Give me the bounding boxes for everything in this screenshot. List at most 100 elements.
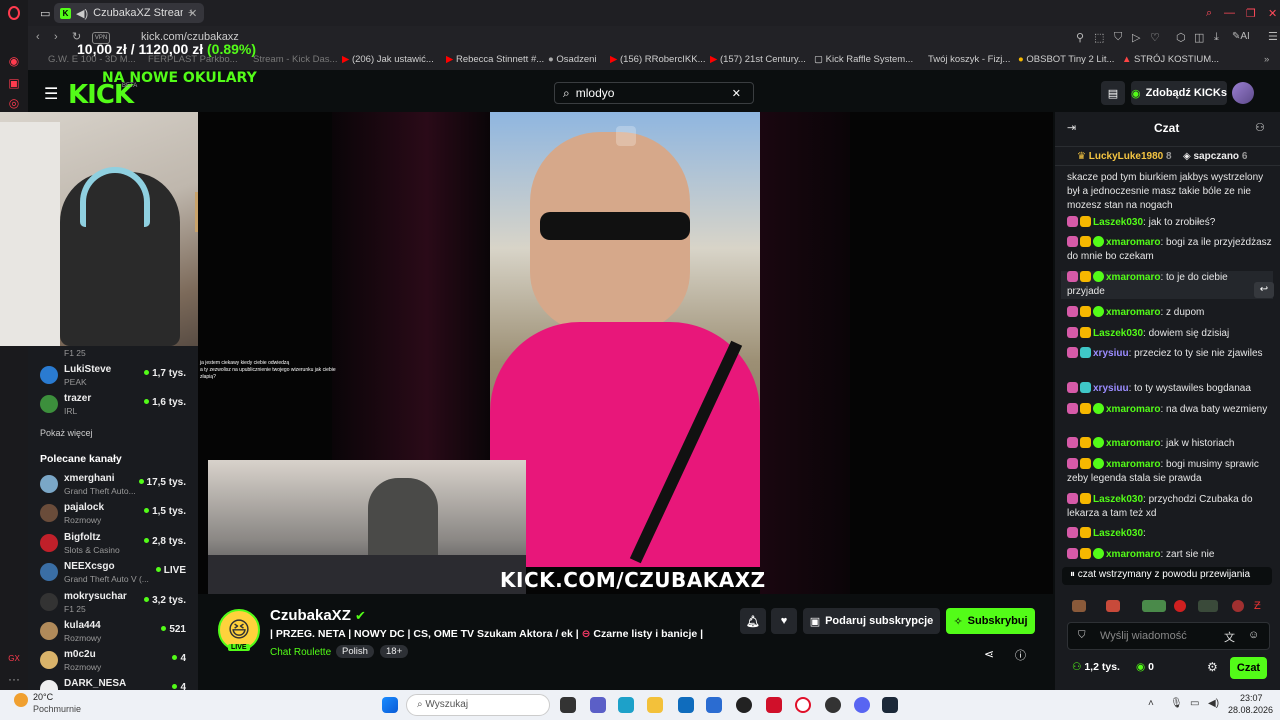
snapshot-icon[interactable]: ⬚ xyxy=(1094,31,1104,44)
chat-message[interactable]: Laszek030: xyxy=(1067,527,1272,541)
sidebar-channel-pajalock[interactable]: pajalock Rozmowy 1,5 tys. xyxy=(40,502,190,530)
chat-send-button[interactable]: Czat xyxy=(1230,657,1267,679)
video-player[interactable]: ja jestem ciekawy kiedy ciebie odwiedzą … xyxy=(198,112,1053,594)
translate-icon[interactable]: 文 xyxy=(1224,629,1235,645)
chat-username[interactable]: xrysiuu xyxy=(1093,348,1129,359)
steam-icon[interactable] xyxy=(882,697,898,713)
streamer-name[interactable]: CzubakaXZ ✔ xyxy=(270,607,366,624)
chat-message[interactable]: xmaromaro: na dwa baty wezmieny xyxy=(1067,403,1272,417)
chat-message[interactable]: xmaromaro: bogi musimy sprawic zeby lege… xyxy=(1067,458,1272,486)
chat-message[interactable]: skacze pod tym biurkiem jakbys wystrzelo… xyxy=(1067,171,1272,213)
new-tab-button[interactable]: + xyxy=(182,3,200,23)
chat-username[interactable]: xmaromaro xyxy=(1106,549,1160,560)
bookmark-item[interactable]: ▲ STRÓJ KOSTIUM... xyxy=(1122,54,1219,65)
sidebar-channel-bigfoltz[interactable]: Bigfoltz Slots & Casino 2,8 tys. xyxy=(40,532,190,560)
bookmark-item[interactable]: ● OBSBOT Tiny 2 Lit... xyxy=(1018,54,1114,65)
chat-username[interactable]: xmaromaro xyxy=(1106,307,1160,318)
stream-category[interactable]: Chat Roulette xyxy=(270,647,331,658)
download-icon[interactable]: ⤓ xyxy=(1214,31,1219,44)
gx-text-icon[interactable]: GX xyxy=(7,652,21,666)
chat-input[interactable]: Wyślij wiadomość xyxy=(1100,630,1187,642)
teams-icon[interactable] xyxy=(590,697,606,713)
collapse-chat-icon[interactable]: ⇥ xyxy=(1067,121,1076,134)
bookmark-item[interactable]: ● Osadzeni xyxy=(548,54,597,65)
search-tabs-icon[interactable]: ⌕ xyxy=(1200,3,1218,23)
info-icon[interactable]: ⓘ xyxy=(1015,647,1026,663)
volume-icon[interactable]: ◀) xyxy=(1208,698,1219,709)
chat-username[interactable]: Laszek030 xyxy=(1093,328,1143,339)
taskbar-search[interactable]: ⌕ Wyszukaj xyxy=(406,694,550,716)
share-icon[interactable]: ⋖ xyxy=(984,647,994,661)
more-icon[interactable]: ··· xyxy=(7,672,21,686)
bag-icon[interactable]: ▣ xyxy=(7,76,21,90)
top-gifter-2[interactable]: ◈ sapczano 6 xyxy=(1183,151,1247,162)
chat-message[interactable]: Laszek030: przychodzi Czubaka do lekarza… xyxy=(1067,493,1272,521)
maximize-button[interactable]: ❐ xyxy=(1240,3,1262,23)
clock-time[interactable]: 23:07 xyxy=(1240,693,1263,703)
chat-message[interactable]: xrysiuu: to ty wystawiles bogdanaa xyxy=(1067,382,1272,396)
forward-button[interactable]: › xyxy=(54,31,58,43)
search-input[interactable] xyxy=(575,86,726,100)
chat-message[interactable]: xrysiuu: przeciez to ty sie nie zjawiles xyxy=(1067,347,1272,361)
chat-paused-banner[interactable]: ⏸ czat wstrzymany z powodu przewijania xyxy=(1062,567,1272,585)
minimize-button[interactable]: — xyxy=(1218,3,1241,23)
bookmark-item[interactable]: ▢ Kick Raffle System... xyxy=(814,54,913,65)
opera-icon[interactable] xyxy=(795,697,811,713)
chat-settings-icon[interactable]: ⚙ xyxy=(1207,660,1218,674)
camera-icon[interactable]: ◫ xyxy=(1194,31,1204,44)
emoji-icon[interactable]: ☺ xyxy=(1248,629,1259,641)
app-icon[interactable] xyxy=(736,697,752,713)
chat-users-icon[interactable]: ⚇ xyxy=(1255,121,1265,134)
reply-icon[interactable]: ↩ xyxy=(1254,282,1274,298)
bookmarks-more-icon[interactable]: » xyxy=(1264,54,1269,65)
sidebar-channel-dark-nesa[interactable]: DARK_NESA 4 xyxy=(40,678,190,690)
chat-username[interactable]: xmaromaro xyxy=(1106,272,1160,283)
clear-search-icon[interactable]: ✕ xyxy=(732,87,741,100)
emote[interactable] xyxy=(1106,600,1120,612)
chat-input-box[interactable]: ⛉ Wyślij wiadomość 文 ☺ xyxy=(1067,622,1270,650)
emote[interactable] xyxy=(1072,600,1086,612)
sidebar-channel-trazer[interactable]: trazer IRL 1,6 tys. xyxy=(40,393,190,421)
opera-gx-icon[interactable] xyxy=(766,697,782,713)
weather-desc[interactable]: Pochmurnie xyxy=(33,704,81,714)
chat-username[interactable]: xmaromaro xyxy=(1106,459,1160,470)
close-window-button[interactable]: ✕ xyxy=(1262,3,1280,23)
heart-icon[interactable]: ♡ xyxy=(1150,31,1160,44)
bookmark-item[interactable]: ▶ (156) RRobercIKK... xyxy=(610,54,706,65)
chat-username[interactable]: Laszek030 xyxy=(1093,528,1143,539)
emote[interactable] xyxy=(1174,600,1186,612)
task-view-icon[interactable] xyxy=(560,697,576,713)
notification-bell-button[interactable]: 🔔︎ xyxy=(740,608,766,634)
bookmark-item[interactable]: Stream - Kick Das... xyxy=(253,54,337,65)
weather-icon[interactable] xyxy=(14,693,28,707)
gx-icon[interactable]: ◎ xyxy=(7,96,21,110)
outlook-icon[interactable] xyxy=(678,697,694,713)
app-icon[interactable] xyxy=(706,697,722,713)
get-kicks-button[interactable]: ◉ Zdobądź KICKs xyxy=(1131,81,1227,105)
chat-username[interactable]: Laszek030 xyxy=(1093,494,1143,505)
weather-temp[interactable]: 20°C xyxy=(33,692,53,702)
user-avatar[interactable] xyxy=(1232,82,1254,104)
tag-18plus[interactable]: 18+ xyxy=(380,645,409,658)
extensions-icon[interactable]: ⬡ xyxy=(1176,31,1186,44)
explorer-icon[interactable] xyxy=(647,697,663,713)
obs-icon[interactable] xyxy=(825,697,841,713)
sidebar-channel-lukisteve[interactable]: LukiSteve PEAK 1,7 tys. xyxy=(40,364,190,392)
chat-message[interactable]: xmaromaro: z dupom xyxy=(1067,306,1272,320)
bookmark-item[interactable]: ▶ (206) Jak ustawić... xyxy=(342,54,434,65)
bookmark-item[interactable]: ▶ Rebecca Stinnett #... xyxy=(446,54,544,65)
follow-heart-button[interactable]: ♥ xyxy=(771,608,797,634)
opera-logo-icon[interactable] xyxy=(8,6,20,20)
chat-message[interactable]: Laszek030: dowiem się dzisiaj xyxy=(1067,327,1272,341)
shield-icon[interactable]: ⛉ xyxy=(1114,31,1122,44)
back-button[interactable]: ‹ xyxy=(36,31,40,43)
chat-username[interactable]: xmaromaro xyxy=(1106,438,1160,449)
bookmark-item[interactable]: Twój koszyk - Fizj... xyxy=(928,54,1010,65)
mic-icon[interactable]: 🎙︎ xyxy=(1170,698,1183,709)
sidebar-channel-xmerghani[interactable]: xmerghani Grand Theft Auto... 17,5 tys. xyxy=(40,473,190,501)
play-icon[interactable]: ▷ xyxy=(1132,31,1140,44)
gift-subs-button[interactable]: ▣ Podaruj subskrypcje xyxy=(803,608,940,634)
speaker-icon[interactable]: ◀) xyxy=(76,7,88,20)
chat-message[interactable]: xmaromaro: jak w historiach xyxy=(1067,437,1272,451)
top-gifter-1[interactable]: ♛ LuckyLuke1980 8 xyxy=(1077,151,1172,162)
